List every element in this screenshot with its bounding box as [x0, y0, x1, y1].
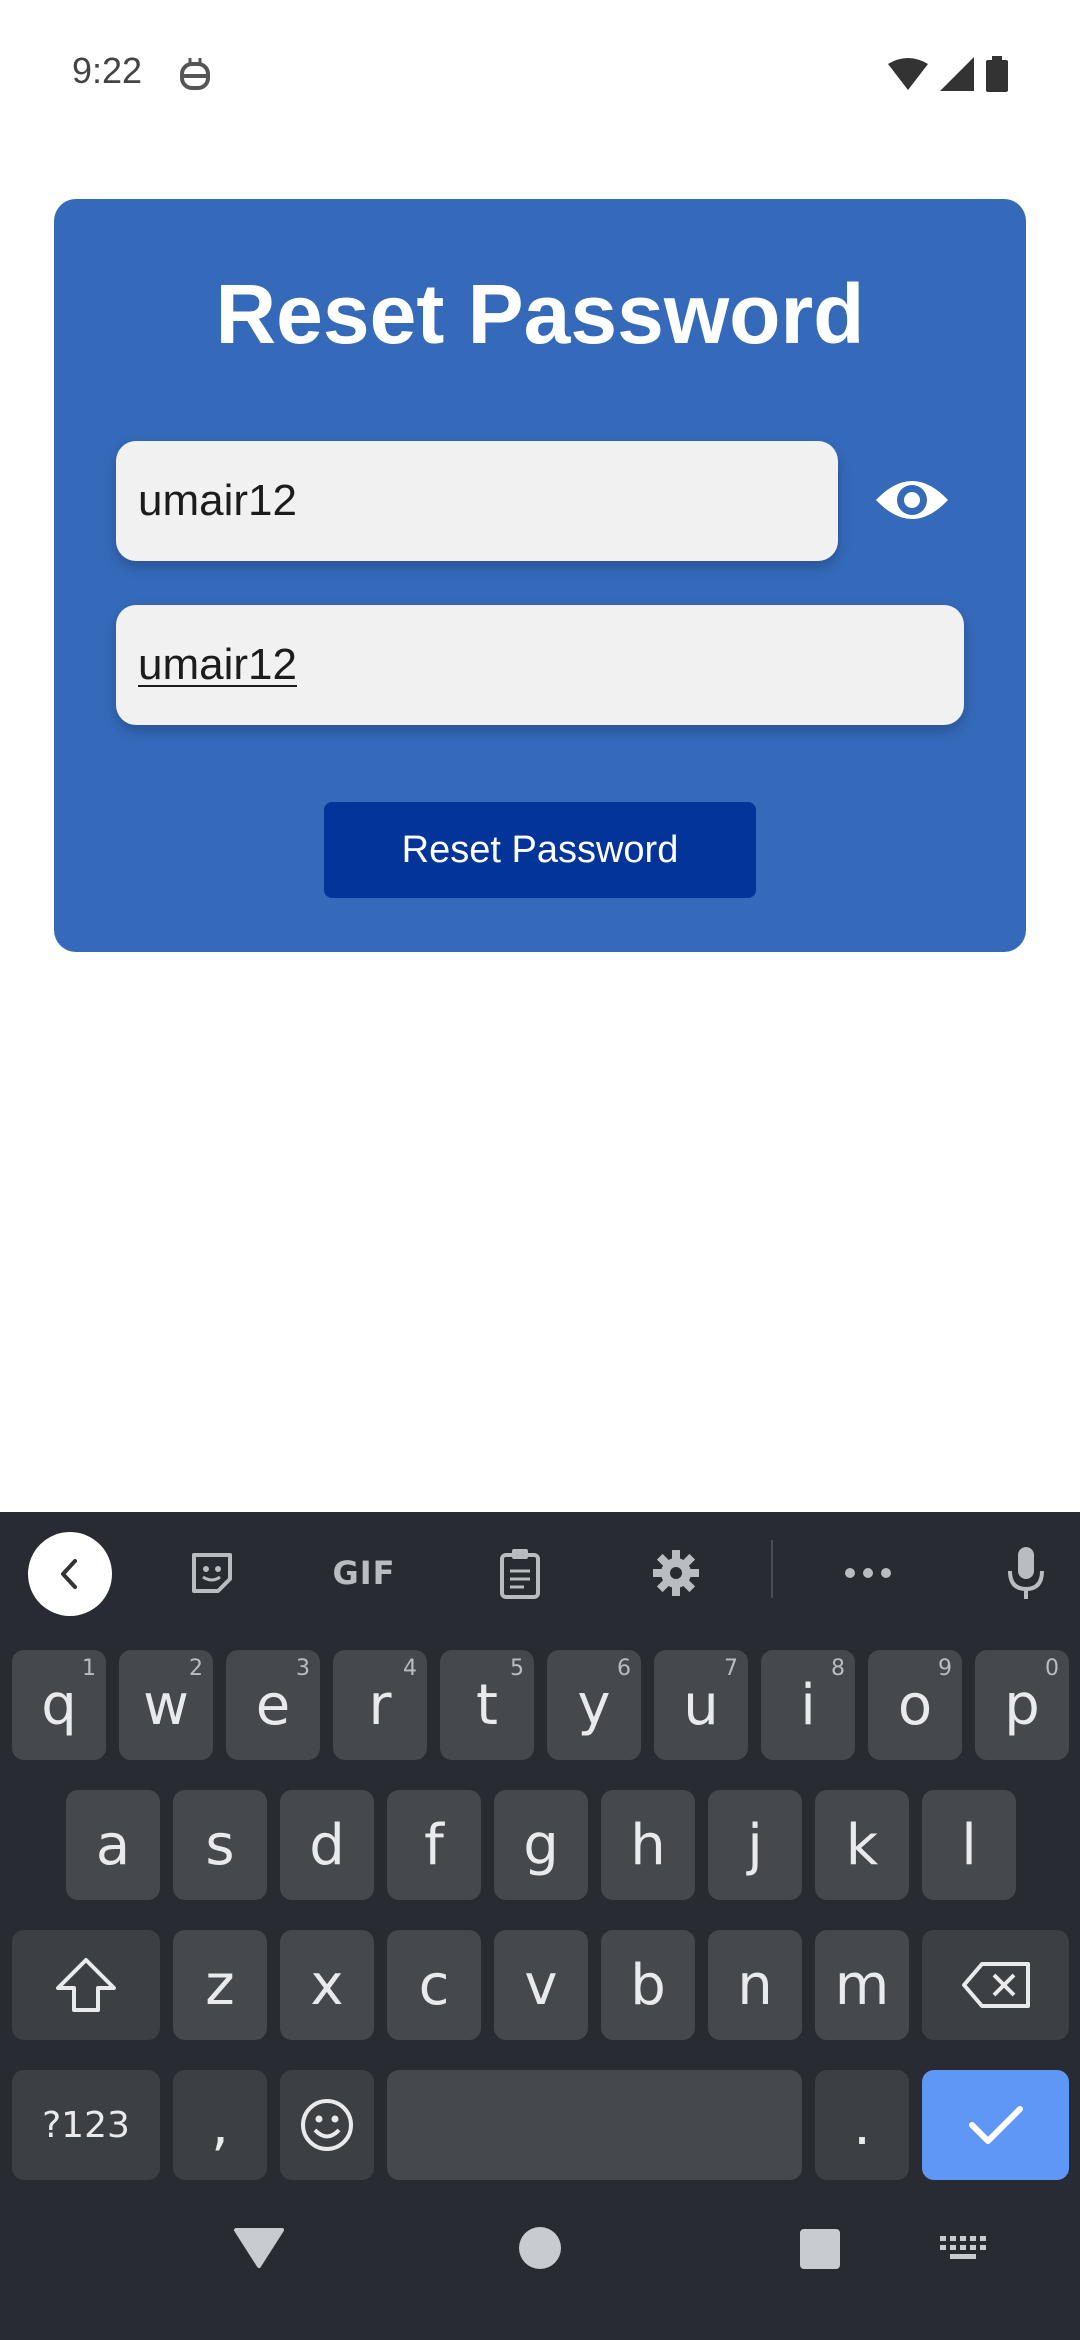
key-hint: 4 — [403, 1656, 417, 1681]
confirm-password-value: umair12 — [138, 640, 297, 689]
emoji-icon — [301, 2099, 353, 2151]
key-d[interactable]: d — [280, 1790, 374, 1900]
reset-password-button[interactable]: Reset Password — [324, 802, 756, 898]
confirm-password-input[interactable]: umair12 — [116, 605, 964, 725]
gif-button[interactable]: GIF — [320, 1540, 408, 1606]
key-v[interactable]: v — [494, 1930, 588, 2040]
robot-icon — [180, 58, 210, 90]
symbols-key[interactable]: ?123 — [12, 2070, 160, 2180]
backspace-icon — [961, 1962, 1030, 2008]
toolbar-divider — [771, 1540, 773, 1598]
gear-icon[interactable] — [644, 1540, 708, 1606]
page-title: Reset Password — [215, 267, 865, 361]
more-icon[interactable] — [836, 1540, 900, 1606]
sticker-icon[interactable] — [180, 1540, 244, 1606]
key-l[interactable]: l — [922, 1790, 1016, 1900]
key-s[interactable]: s — [173, 1790, 267, 1900]
gif-label: GIF — [332, 1554, 396, 1592]
key-hint: 1 — [82, 1656, 96, 1681]
password-value: umair12 — [138, 476, 297, 525]
back-nav-icon[interactable] — [232, 2224, 286, 2270]
clipboard-icon[interactable] — [488, 1540, 552, 1606]
key-label: y — [577, 1672, 611, 1738]
key-o[interactable]: o9 — [868, 1650, 962, 1760]
key-h[interactable]: h — [601, 1790, 695, 1900]
key-label: q — [41, 1672, 77, 1738]
key-hint: 7 — [724, 1656, 738, 1681]
mic-icon[interactable] — [994, 1540, 1058, 1606]
navigation-bar — [0, 2200, 1080, 2340]
wifi-icon — [888, 58, 928, 90]
key-hint: 0 — [1045, 1656, 1059, 1681]
status-time: 9:22 — [72, 50, 143, 91]
key-label: u — [683, 1672, 719, 1738]
key-label: i — [800, 1672, 816, 1738]
key-e[interactable]: e3 — [226, 1650, 320, 1760]
home-nav-icon[interactable] — [518, 2226, 562, 2270]
key-f[interactable]: f — [387, 1790, 481, 1900]
shift-key[interactable] — [12, 1930, 160, 2040]
comma-key[interactable]: , — [173, 2070, 267, 2180]
key-i[interactable]: i8 — [761, 1650, 855, 1760]
key-b[interactable]: b — [601, 1930, 695, 2040]
key-hint: 2 — [189, 1656, 203, 1681]
key-t[interactable]: t5 — [440, 1650, 534, 1760]
enter-key[interactable] — [922, 2070, 1069, 2180]
shift-icon — [56, 1958, 116, 2012]
battery-icon — [986, 56, 1008, 92]
key-hint: 8 — [831, 1656, 845, 1681]
chevron-left-icon[interactable] — [28, 1532, 112, 1616]
key-label: w — [143, 1672, 189, 1738]
key-c[interactable]: c — [387, 1930, 481, 2040]
space-key[interactable] — [387, 2070, 802, 2180]
key-n[interactable]: n — [708, 1930, 802, 2040]
key-p[interactable]: p0 — [975, 1650, 1069, 1760]
signal-icon — [940, 57, 974, 91]
check-icon — [968, 2106, 1023, 2144]
key-hint: 5 — [510, 1656, 524, 1681]
key-g[interactable]: g — [494, 1790, 588, 1900]
key-q[interactable]: q1 — [12, 1650, 106, 1760]
key-label: o — [897, 1672, 933, 1738]
key-hint: 9 — [938, 1656, 952, 1681]
key-label: e — [255, 1672, 291, 1738]
key-label: p — [1004, 1672, 1040, 1738]
emoji-key[interactable] — [280, 2070, 374, 2180]
password-input[interactable]: umair12 — [116, 441, 838, 561]
eye-icon[interactable] — [874, 470, 950, 530]
key-label: t — [476, 1672, 498, 1738]
status-icons — [888, 56, 1008, 92]
status-bar: 9:22 — [0, 0, 1080, 150]
key-hint: 6 — [617, 1656, 631, 1681]
backspace-key[interactable] — [922, 1930, 1069, 2040]
key-z[interactable]: z — [173, 1930, 267, 2040]
keyboard-switch-icon[interactable] — [938, 2234, 988, 2262]
key-r[interactable]: r4 — [333, 1650, 427, 1760]
key-j[interactable]: j — [708, 1790, 802, 1900]
key-hint: 3 — [296, 1656, 310, 1681]
key-m[interactable]: m — [815, 1930, 909, 2040]
key-k[interactable]: k — [815, 1790, 909, 1900]
key-y[interactable]: y6 — [547, 1650, 641, 1760]
key-x[interactable]: x — [280, 1930, 374, 2040]
key-label: r — [368, 1672, 392, 1738]
recents-nav-icon[interactable] — [799, 2228, 841, 2270]
keyboard-toolbar: GIF — [0, 1512, 1080, 1632]
key-w[interactable]: w2 — [119, 1650, 213, 1760]
key-u[interactable]: u7 — [654, 1650, 748, 1760]
period-key[interactable]: . — [815, 2070, 909, 2180]
key-a[interactable]: a — [66, 1790, 160, 1900]
